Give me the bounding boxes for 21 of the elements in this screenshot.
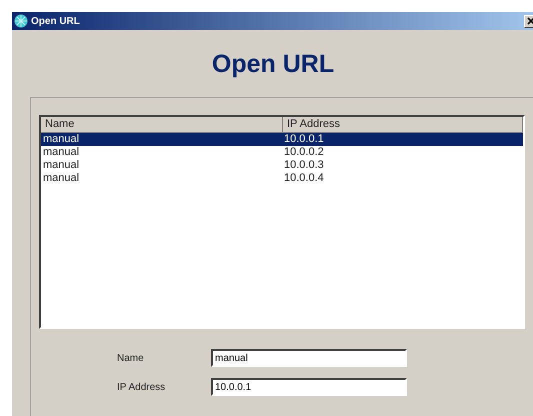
table-cell-text: 10.0.0.3 — [283, 159, 325, 172]
table-row[interactable]: manual 10.0.0.2 — [41, 146, 523, 159]
table-row[interactable]: manual 10.0.0.1 — [41, 133, 523, 146]
table-cell-text: manual — [42, 172, 80, 185]
table-cell-text: manual — [42, 133, 80, 146]
globe-icon — [14, 14, 28, 28]
input-field[interactable]: manual — [211, 349, 407, 367]
input-field[interactable]: 10.0.0.1 — [211, 378, 407, 396]
table-cell-text: 10.0.0.4 — [283, 172, 325, 185]
table-row[interactable]: manual 10.0.0.3 — [41, 159, 523, 172]
field-label: Name — [117, 352, 145, 364]
column-header[interactable]: IP Address — [283, 117, 523, 133]
column-header[interactable]: Name — [41, 117, 283, 133]
dialog-heading: Open URL — [210, 49, 336, 80]
window-title: Open URL — [31, 16, 80, 26]
table-row[interactable]: manual 10.0.0.4 — [41, 172, 523, 185]
table-cell-text: manual — [42, 146, 80, 159]
field-label: IP Address — [117, 382, 166, 392]
table-cell-text: 10.0.0.2 — [283, 146, 325, 159]
table-cell-text: 10.0.0.1 — [283, 133, 325, 146]
table-cell-text: manual — [42, 159, 80, 172]
